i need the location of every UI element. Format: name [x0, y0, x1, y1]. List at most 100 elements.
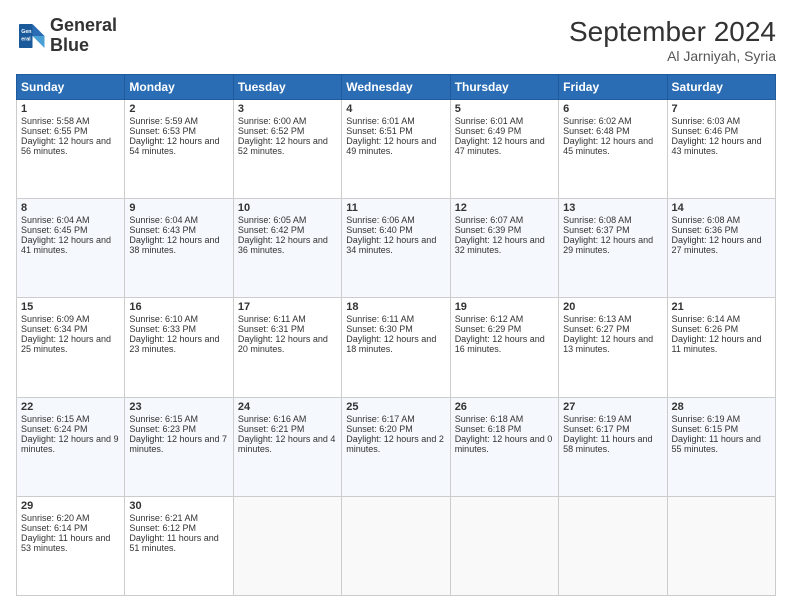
day-number: 2: [129, 103, 228, 115]
calendar-cell: 12Sunrise: 6:07 AMSunset: 6:39 PMDayligh…: [450, 199, 558, 298]
day-number: 7: [672, 103, 771, 115]
calendar-cell: 25Sunrise: 6:17 AMSunset: 6:20 PMDayligh…: [342, 397, 450, 496]
calendar-cell: 13Sunrise: 6:08 AMSunset: 6:37 PMDayligh…: [559, 199, 667, 298]
day-info: Daylight: 11 hours and 58 minutes.: [563, 434, 662, 454]
day-info: Sunrise: 6:02 AM: [563, 116, 662, 126]
day-number: 28: [672, 401, 771, 413]
day-info: Sunrise: 6:08 AM: [563, 215, 662, 225]
day-number: 23: [129, 401, 228, 413]
day-info: Sunset: 6:20 PM: [346, 424, 445, 434]
day-info: Sunrise: 6:15 AM: [21, 414, 120, 424]
calendar-cell: 14Sunrise: 6:08 AMSunset: 6:36 PMDayligh…: [667, 199, 775, 298]
calendar-header-row: SundayMondayTuesdayWednesdayThursdayFrid…: [17, 75, 776, 100]
day-info: Sunset: 6:52 PM: [238, 126, 337, 136]
calendar-cell: 7Sunrise: 6:03 AMSunset: 6:46 PMDaylight…: [667, 100, 775, 199]
day-info: Sunset: 6:53 PM: [129, 126, 228, 136]
calendar-cell: 17Sunrise: 6:11 AMSunset: 6:31 PMDayligh…: [233, 298, 341, 397]
day-info: Sunrise: 6:10 AM: [129, 314, 228, 324]
calendar-cell: 4Sunrise: 6:01 AMSunset: 6:51 PMDaylight…: [342, 100, 450, 199]
day-info: Daylight: 11 hours and 53 minutes.: [21, 533, 120, 553]
day-info: Sunset: 6:23 PM: [129, 424, 228, 434]
day-number: 13: [563, 202, 662, 214]
header: Gen eral General Blue September 2024 Al …: [16, 16, 776, 64]
calendar-header-wednesday: Wednesday: [342, 75, 450, 100]
day-info: Sunrise: 6:01 AM: [455, 116, 554, 126]
day-info: Sunrise: 5:58 AM: [21, 116, 120, 126]
calendar-cell: 19Sunrise: 6:12 AMSunset: 6:29 PMDayligh…: [450, 298, 558, 397]
calendar-header-friday: Friday: [559, 75, 667, 100]
calendar-table: SundayMondayTuesdayWednesdayThursdayFrid…: [16, 74, 776, 596]
location-subtitle: Al Jarniyah, Syria: [569, 48, 776, 64]
day-info: Daylight: 12 hours and 25 minutes.: [21, 334, 120, 354]
calendar-cell: [559, 496, 667, 595]
logo-icon: Gen eral: [16, 21, 46, 51]
day-info: Sunrise: 6:15 AM: [129, 414, 228, 424]
day-info: Daylight: 12 hours and 7 minutes.: [129, 434, 228, 454]
calendar-cell: 22Sunrise: 6:15 AMSunset: 6:24 PMDayligh…: [17, 397, 125, 496]
calendar-cell: 1Sunrise: 5:58 AMSunset: 6:55 PMDaylight…: [17, 100, 125, 199]
day-info: Sunrise: 6:03 AM: [672, 116, 771, 126]
day-info: Sunset: 6:31 PM: [238, 324, 337, 334]
day-info: Sunset: 6:42 PM: [238, 225, 337, 235]
day-info: Sunrise: 6:08 AM: [672, 215, 771, 225]
day-info: Daylight: 12 hours and 47 minutes.: [455, 136, 554, 156]
day-info: Sunrise: 5:59 AM: [129, 116, 228, 126]
calendar-header-tuesday: Tuesday: [233, 75, 341, 100]
day-info: Sunrise: 6:11 AM: [238, 314, 337, 324]
day-info: Daylight: 12 hours and 34 minutes.: [346, 235, 445, 255]
day-info: Sunset: 6:40 PM: [346, 225, 445, 235]
day-info: Daylight: 12 hours and 41 minutes.: [21, 235, 120, 255]
day-info: Daylight: 12 hours and 54 minutes.: [129, 136, 228, 156]
calendar-cell: 26Sunrise: 6:18 AMSunset: 6:18 PMDayligh…: [450, 397, 558, 496]
day-number: 9: [129, 202, 228, 214]
day-info: Daylight: 12 hours and 27 minutes.: [672, 235, 771, 255]
day-info: Daylight: 12 hours and 32 minutes.: [455, 235, 554, 255]
day-info: Daylight: 12 hours and 20 minutes.: [238, 334, 337, 354]
calendar-cell: [233, 496, 341, 595]
calendar-cell: 24Sunrise: 6:16 AMSunset: 6:21 PMDayligh…: [233, 397, 341, 496]
day-info: Sunrise: 6:01 AM: [346, 116, 445, 126]
calendar-body: 1Sunrise: 5:58 AMSunset: 6:55 PMDaylight…: [17, 100, 776, 596]
svg-text:Gen: Gen: [21, 29, 31, 35]
day-info: Sunset: 6:49 PM: [455, 126, 554, 136]
day-info: Sunset: 6:14 PM: [21, 523, 120, 533]
day-info: Sunset: 6:39 PM: [455, 225, 554, 235]
calendar-week-3: 15Sunrise: 6:09 AMSunset: 6:34 PMDayligh…: [17, 298, 776, 397]
calendar-cell: 29Sunrise: 6:20 AMSunset: 6:14 PMDayligh…: [17, 496, 125, 595]
day-number: 22: [21, 401, 120, 413]
day-number: 16: [129, 301, 228, 313]
calendar-cell: 6Sunrise: 6:02 AMSunset: 6:48 PMDaylight…: [559, 100, 667, 199]
day-info: Sunrise: 6:00 AM: [238, 116, 337, 126]
calendar-cell: 28Sunrise: 6:19 AMSunset: 6:15 PMDayligh…: [667, 397, 775, 496]
calendar-cell: [450, 496, 558, 595]
day-info: Sunset: 6:18 PM: [455, 424, 554, 434]
day-number: 10: [238, 202, 337, 214]
day-number: 12: [455, 202, 554, 214]
day-number: 14: [672, 202, 771, 214]
day-number: 6: [563, 103, 662, 115]
day-number: 15: [21, 301, 120, 313]
day-number: 27: [563, 401, 662, 413]
calendar-cell: [342, 496, 450, 595]
calendar-week-2: 8Sunrise: 6:04 AMSunset: 6:45 PMDaylight…: [17, 199, 776, 298]
calendar-cell: 5Sunrise: 6:01 AMSunset: 6:49 PMDaylight…: [450, 100, 558, 199]
day-info: Sunrise: 6:11 AM: [346, 314, 445, 324]
day-number: 24: [238, 401, 337, 413]
day-info: Daylight: 12 hours and 45 minutes.: [563, 136, 662, 156]
day-info: Sunrise: 6:17 AM: [346, 414, 445, 424]
day-info: Sunset: 6:48 PM: [563, 126, 662, 136]
day-info: Sunset: 6:17 PM: [563, 424, 662, 434]
logo-text: General Blue: [50, 16, 117, 56]
day-info: Daylight: 12 hours and 0 minutes.: [455, 434, 554, 454]
day-info: Sunrise: 6:16 AM: [238, 414, 337, 424]
day-info: Sunrise: 6:21 AM: [129, 513, 228, 523]
day-info: Sunrise: 6:19 AM: [672, 414, 771, 424]
day-info: Sunset: 6:46 PM: [672, 126, 771, 136]
calendar-week-5: 29Sunrise: 6:20 AMSunset: 6:14 PMDayligh…: [17, 496, 776, 595]
day-info: Sunrise: 6:13 AM: [563, 314, 662, 324]
day-info: Daylight: 12 hours and 18 minutes.: [346, 334, 445, 354]
day-info: Sunset: 6:21 PM: [238, 424, 337, 434]
day-info: Sunrise: 6:09 AM: [21, 314, 120, 324]
calendar-cell: 18Sunrise: 6:11 AMSunset: 6:30 PMDayligh…: [342, 298, 450, 397]
day-info: Sunset: 6:12 PM: [129, 523, 228, 533]
